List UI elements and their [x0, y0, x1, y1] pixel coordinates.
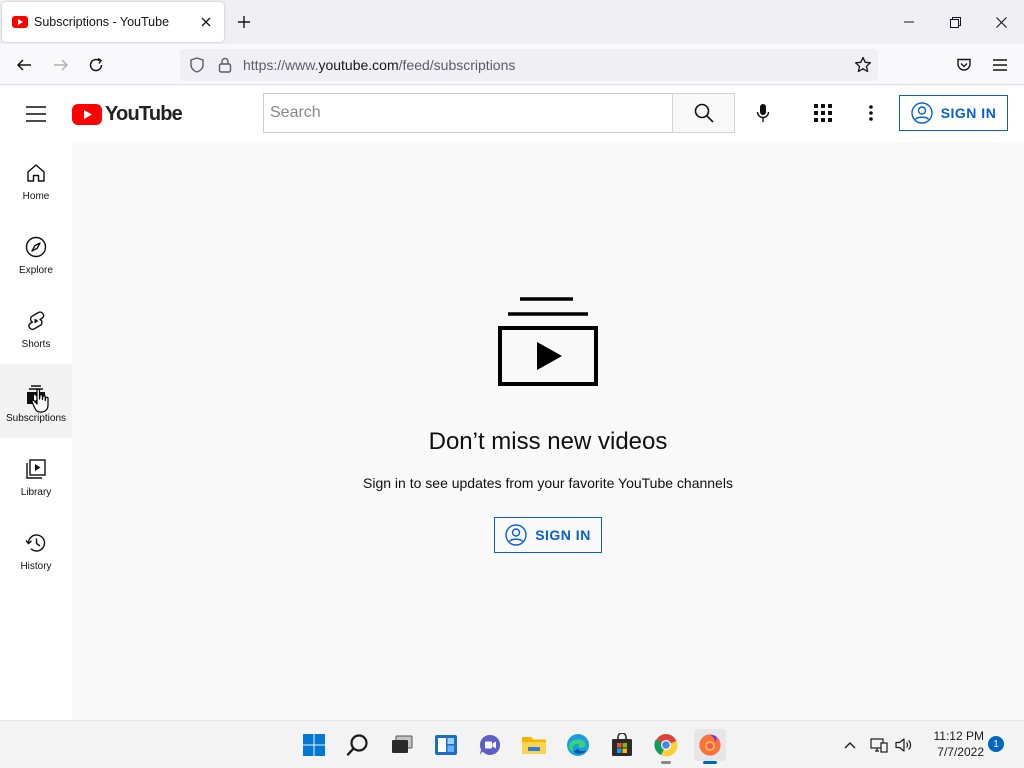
edge-browser-icon[interactable] [562, 729, 594, 761]
firefox-browser-icon[interactable] [694, 729, 726, 764]
reload-icon[interactable] [81, 50, 111, 80]
sign-in-button[interactable]: SIGN IN [899, 95, 1008, 131]
sign-in-label: SIGN IN [940, 105, 997, 121]
active-app-indicator [703, 761, 717, 764]
guide-label-subscriptions: Subscriptions [5, 413, 67, 424]
taskbar-search-icon[interactable] [342, 729, 374, 761]
url-prefix: https://www. [243, 57, 319, 73]
account-circle-icon [910, 102, 933, 124]
guide-label-shorts: Shorts [21, 339, 51, 350]
subscriptions-feed: Don’t miss new videos Sign in to see upd… [72, 142, 1024, 720]
guide-menu-icon[interactable] [20, 100, 52, 128]
browser-tab-active[interactable]: Subscriptions - YouTube [2, 2, 224, 42]
tracking-protection-shield-icon[interactable] [182, 50, 212, 80]
search-box [263, 93, 673, 133]
app-menu-icon[interactable] [985, 50, 1015, 80]
running-app-indicator [661, 761, 671, 764]
file-explorer-icon[interactable] [518, 729, 550, 761]
guide-label-library: Library [20, 487, 52, 498]
bookmark-star-icon[interactable] [848, 50, 878, 80]
back-arrow-icon[interactable] [9, 50, 39, 80]
task-view-icon[interactable] [386, 729, 418, 761]
guide-label-home: Home [22, 191, 50, 202]
settings-more-vertical-icon[interactable] [851, 93, 891, 133]
library-icon [26, 459, 46, 479]
start-windows-icon[interactable] [298, 729, 330, 761]
clock-time: 11:12 PM [933, 729, 984, 743]
windows-taskbar [0, 720, 1024, 768]
clock-date: 7/7/2022 [937, 745, 984, 759]
youtube-favicon-icon [12, 16, 28, 28]
empty-state-sign-in-label: SIGN IN [535, 527, 591, 543]
restore-window-icon[interactable] [932, 0, 978, 44]
voice-search-microphone-icon[interactable] [743, 93, 783, 133]
guide-item-home[interactable]: Home [0, 142, 72, 216]
subscriptions-empty-state-icon [498, 297, 598, 386]
url-text[interactable]: https://www.youtube.com/feed/subscriptio… [243, 57, 515, 73]
pocket-icon[interactable] [949, 50, 979, 80]
history-icon [25, 534, 46, 552]
search-button[interactable] [672, 93, 735, 133]
mini-guide: Home Explore Shorts Subscriptions Librar… [0, 142, 72, 720]
guide-item-shorts[interactable]: Shorts [0, 290, 72, 364]
notification-badge[interactable]: 1 [988, 736, 1004, 752]
lock-icon[interactable] [210, 50, 240, 80]
shorts-icon [28, 311, 45, 331]
microsoft-store-icon[interactable] [606, 729, 638, 761]
guide-label-explore: Explore [19, 265, 53, 276]
chrome-browser-icon[interactable] [650, 729, 682, 764]
minimize-window-icon[interactable] [886, 0, 932, 44]
url-host: youtube.com [318, 57, 399, 73]
guide-item-library[interactable]: Library [0, 438, 72, 512]
guide-item-history[interactable]: History [0, 512, 72, 586]
home-icon [27, 164, 45, 182]
search-icon [694, 103, 714, 123]
url-path: /feed/subscriptions [398, 57, 516, 73]
empty-state-title: Don’t miss new videos [428, 428, 668, 455]
close-tab-icon[interactable] [196, 12, 216, 32]
compass-icon [25, 236, 47, 258]
widgets-icon[interactable] [430, 729, 462, 761]
logo-wordmark: YouTube [105, 102, 183, 125]
account-circle-icon [505, 524, 527, 546]
show-hidden-icons-chevron-up-icon[interactable] [840, 733, 860, 757]
teams-chat-icon[interactable] [474, 729, 506, 761]
youtube-logo[interactable]: YouTube [72, 102, 183, 126]
network-icon[interactable] [868, 733, 890, 757]
close-window-icon[interactable] [978, 0, 1024, 44]
youtube-play-logo-icon [72, 103, 102, 125]
youtube-masthead: YouTube SIGN IN [0, 86, 1024, 142]
forward-arrow-icon[interactable] [46, 50, 76, 80]
apps-grid-icon[interactable] [803, 93, 843, 133]
hand-cursor-icon [31, 388, 49, 413]
guide-item-explore[interactable]: Explore [0, 216, 72, 290]
empty-state-sign-in-button[interactable]: SIGN IN [494, 517, 602, 553]
taskbar-clock[interactable]: 11:12 PM 7/7/2022 [922, 728, 984, 760]
tab-title: Subscriptions - YouTube [34, 15, 170, 29]
guide-label-history: History [20, 561, 52, 572]
search-input[interactable] [264, 94, 672, 132]
empty-state-subtitle: Sign in to see updates from your favorit… [363, 475, 733, 491]
browser-tab-bar: Subscriptions - YouTube [0, 0, 1024, 44]
new-tab-icon[interactable] [232, 10, 256, 34]
volume-speaker-icon[interactable] [893, 733, 915, 757]
